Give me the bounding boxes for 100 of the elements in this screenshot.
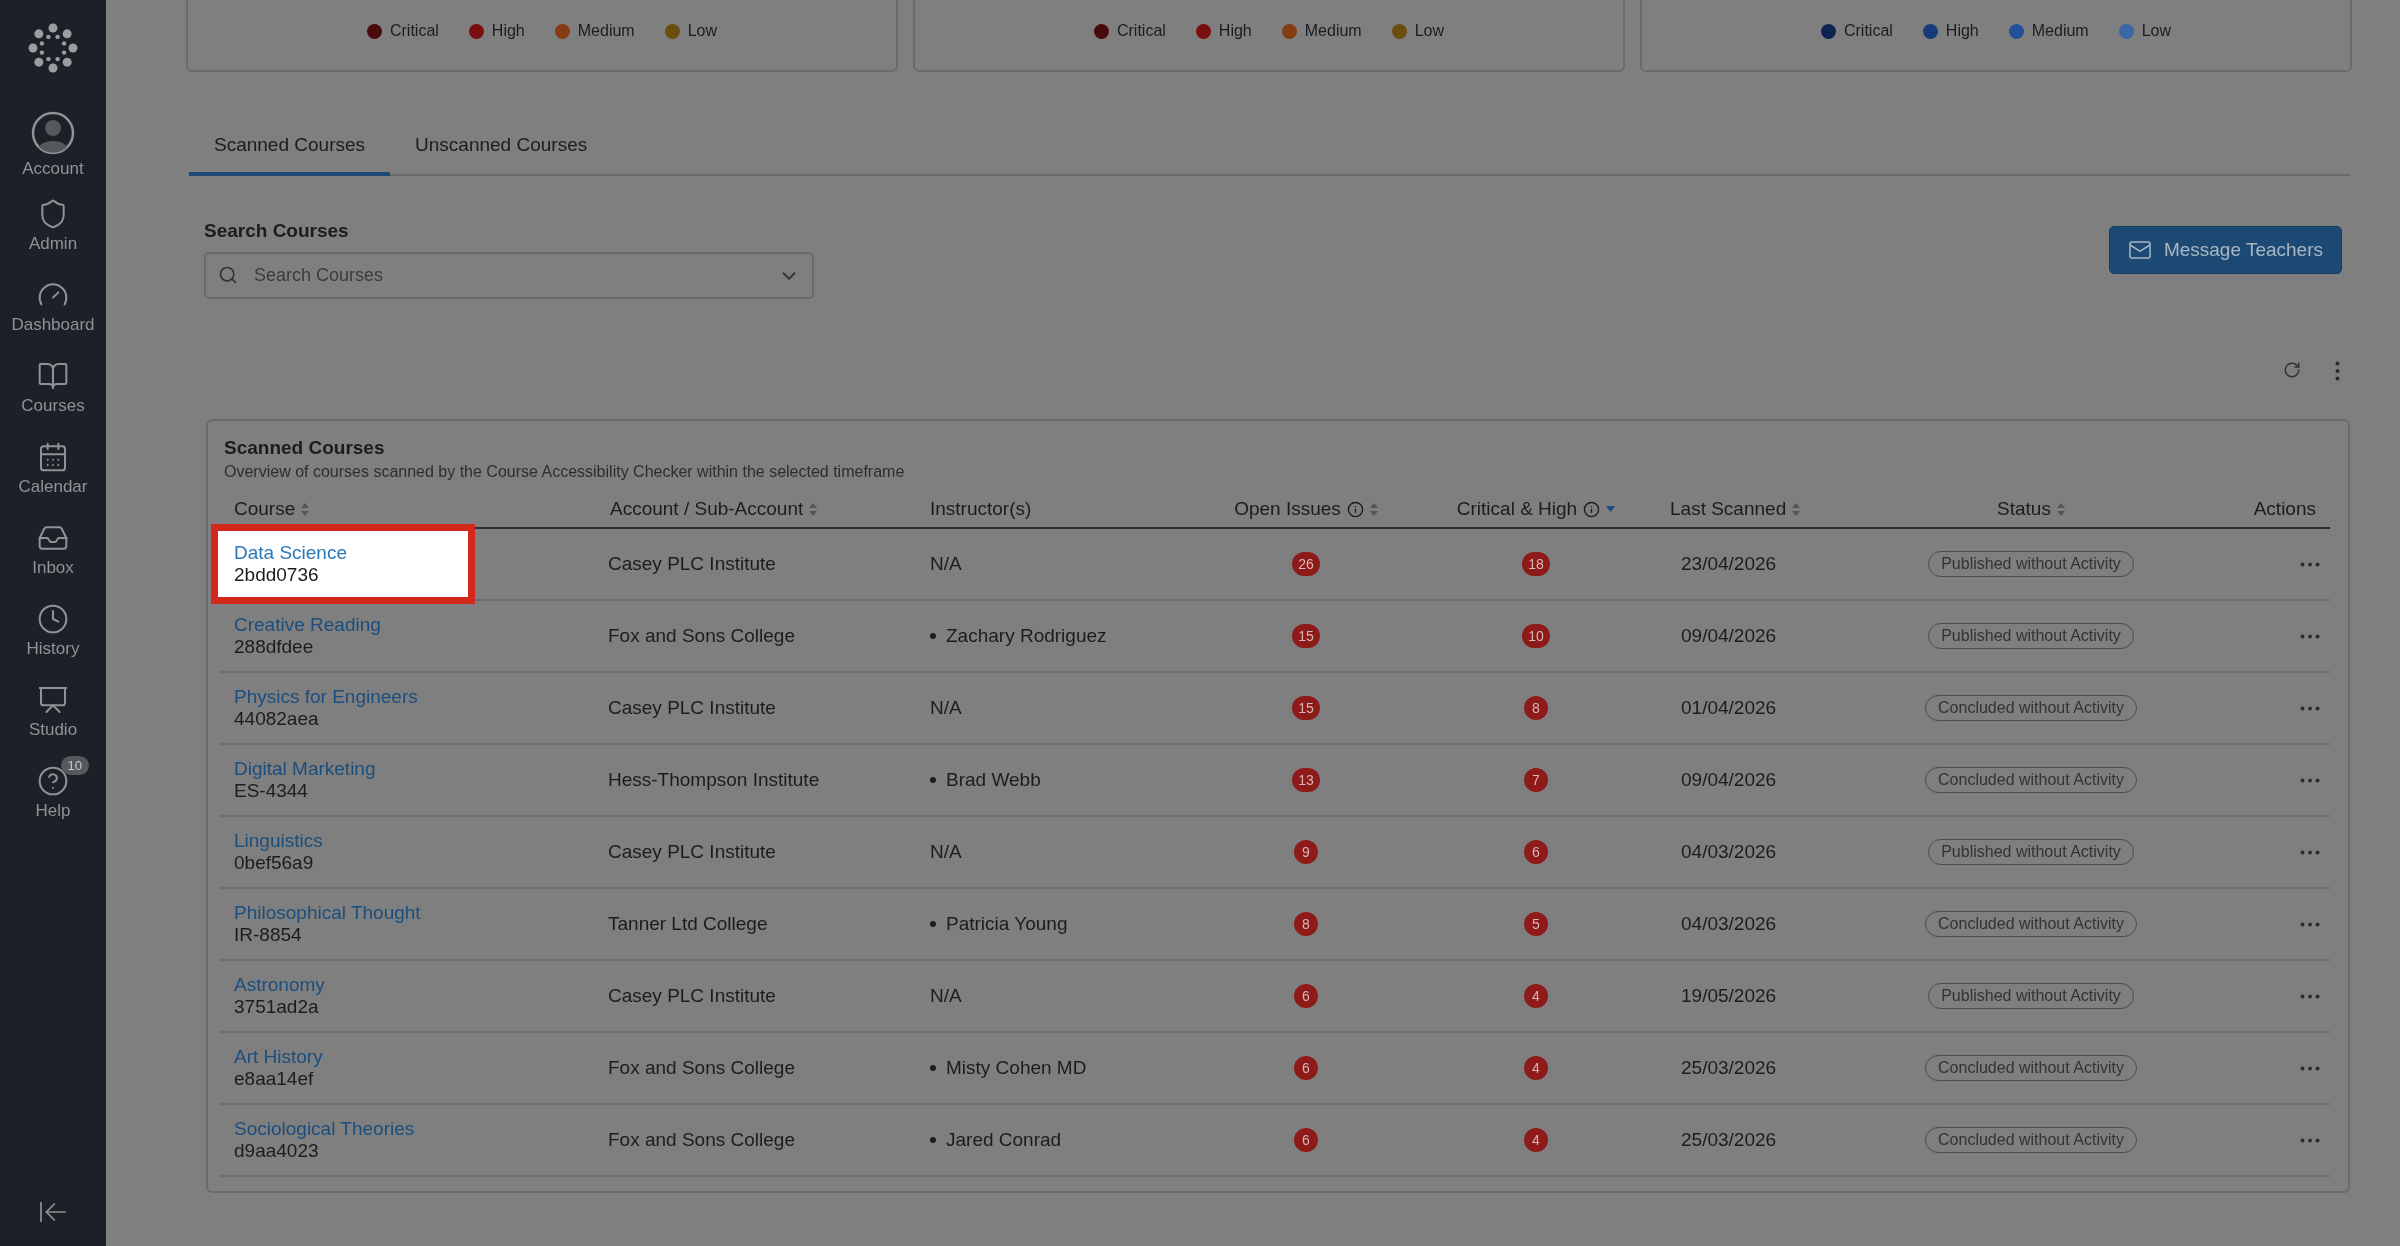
nav-item[interactable]: Account (3, 104, 103, 185)
course-link[interactable]: Creative Reading (234, 614, 452, 636)
more-horizontal-icon (2300, 777, 2320, 783)
info-icon[interactable] (1583, 500, 1601, 518)
issue-count: 15 (1292, 624, 1320, 648)
course-code: 288dfdee (234, 636, 315, 658)
column-header[interactable]: Actions (2253, 498, 2316, 520)
date-cell-text: 04/03/2026 (1680, 913, 1778, 935)
issue-count: 6 (1294, 1128, 1318, 1152)
course-link[interactable]: Astronomy (234, 974, 452, 996)
issue-count: 15 (1292, 696, 1320, 720)
critical-count: 5 (1524, 912, 1548, 936)
more-horizontal-icon (2300, 705, 2320, 711)
row-actions-button[interactable] (2300, 777, 2320, 783)
calendar-icon (37, 440, 69, 473)
search-field[interactable]: Search Courses (204, 252, 814, 299)
column-header[interactable]: Open Issues (1234, 498, 1341, 520)
course-code: 0bef56a9 (234, 852, 315, 874)
more-horizontal-icon (2300, 1065, 2320, 1071)
nav-item[interactable]: History (3, 590, 103, 671)
more-horizontal-icon (2300, 561, 2320, 567)
instructor-cell: Misty Cohen MD (946, 1057, 1087, 1079)
column-header[interactable]: Course (234, 498, 296, 520)
sort-icon[interactable] (1792, 502, 1801, 516)
row-actions-button[interactable] (2300, 849, 2320, 855)
row-actions-button[interactable] (2300, 561, 2320, 567)
critical-count: 8 (1524, 696, 1548, 720)
legend-label: Low (687, 22, 718, 40)
nav-item[interactable]: Courses (3, 347, 103, 428)
row-actions-button[interactable] (2300, 993, 2320, 999)
critical-count: 4 (1524, 1128, 1548, 1152)
column-header[interactable]: Instructor(s) (930, 498, 1032, 520)
course-link[interactable]: Data Science (234, 542, 452, 564)
nav-item[interactable]: Calendar (3, 428, 103, 509)
row-actions-button[interactable] (2300, 705, 2320, 711)
course-link[interactable]: Sociological Theories (234, 1118, 452, 1140)
row-actions-button[interactable] (2300, 633, 2320, 639)
date-cell-text: 23/04/2026 (1680, 553, 1778, 575)
notification-badge: 10 (60, 756, 89, 775)
sort-icon[interactable] (809, 502, 818, 516)
tab[interactable]: Unscanned Courses (390, 122, 613, 176)
course-link[interactable]: Physics for Engineers (234, 686, 452, 708)
instructor-cell: Zachary Rodriguez (946, 625, 1107, 647)
legend-label: Low (1414, 22, 1445, 40)
course-link[interactable]: Digital Marketing (234, 758, 452, 780)
sort-descending-icon[interactable] (1606, 506, 1616, 512)
issue-count: 26 (1292, 552, 1320, 576)
column-header[interactable]: Critical & High (1456, 498, 1578, 520)
nav-item[interactable]: Admin (3, 185, 103, 266)
instructor-cell: N/A (930, 697, 962, 719)
sort-icon[interactable] (1369, 502, 1378, 516)
column-header[interactable]: Account / Sub-Account (610, 498, 804, 520)
sort-icon[interactable] (301, 502, 310, 516)
row-actions-button[interactable] (2300, 1065, 2320, 1071)
account-cell-text: Casey PLC Institute (607, 985, 777, 1007)
issue-count: 9 (1294, 840, 1318, 864)
row-actions-button[interactable] (2300, 921, 2320, 927)
critical-count: 10 (1522, 624, 1550, 648)
legend-label: Medium (2031, 22, 2089, 40)
sort-icon[interactable] (2056, 502, 2065, 516)
mail-icon (2127, 238, 2152, 262)
account-cell-text: Tanner Ltd College (607, 913, 769, 935)
course-code: 3751ad2a (234, 996, 320, 1018)
course-link[interactable]: Linguistics (234, 830, 452, 852)
row-actions-button[interactable] (2300, 1137, 2320, 1143)
course-code: e8aa14ef (234, 1068, 315, 1090)
message-teachers-button[interactable]: Message Teachers (2108, 226, 2342, 274)
critical-count: 4 (1524, 1056, 1548, 1080)
course-code: ES-4344 (234, 780, 309, 802)
column-header[interactable]: Status (1997, 498, 2051, 520)
more-horizontal-icon (2300, 633, 2320, 639)
legend-label: High (491, 22, 525, 40)
course-code: 44082aea (234, 708, 320, 730)
instructor-cell: N/A (930, 841, 962, 863)
critical-count: 4 (1524, 984, 1548, 1008)
more-button[interactable] (2335, 361, 2340, 381)
nav-item[interactable]: Dashboard (3, 266, 103, 347)
info-icon[interactable] (1346, 500, 1364, 518)
legend-label: High (1218, 22, 1252, 40)
course-link[interactable]: Art History (234, 1046, 452, 1068)
table-title: Scanned Courses (224, 437, 386, 459)
critical-count: 6 (1524, 840, 1548, 864)
instructor-cell: N/A (930, 985, 962, 1007)
column-header[interactable]: Last Scanned (1670, 498, 1787, 520)
nav-item[interactable]: Inbox (3, 509, 103, 590)
course-link[interactable]: Philosophical Thought (234, 902, 452, 924)
critical-count: 18 (1522, 552, 1550, 576)
nav-item[interactable]: Help 10 (3, 752, 103, 833)
date-cell-text: 25/03/2026 (1680, 1057, 1778, 1079)
issue-count: 6 (1294, 984, 1318, 1008)
nav-item[interactable]: Studio (3, 671, 103, 752)
tab[interactable]: Scanned Courses (189, 122, 391, 176)
legend-label: Medium (577, 22, 635, 40)
more-vertical-icon (2335, 361, 2340, 381)
account-cell-text: Casey PLC Institute (607, 697, 777, 719)
legend-label: Critical (389, 22, 439, 40)
date-cell-text: 25/03/2026 (1680, 1129, 1778, 1151)
search-icon (218, 265, 238, 285)
account-cell-text: Casey PLC Institute (607, 841, 777, 863)
legend-label: Low (2141, 22, 2172, 40)
